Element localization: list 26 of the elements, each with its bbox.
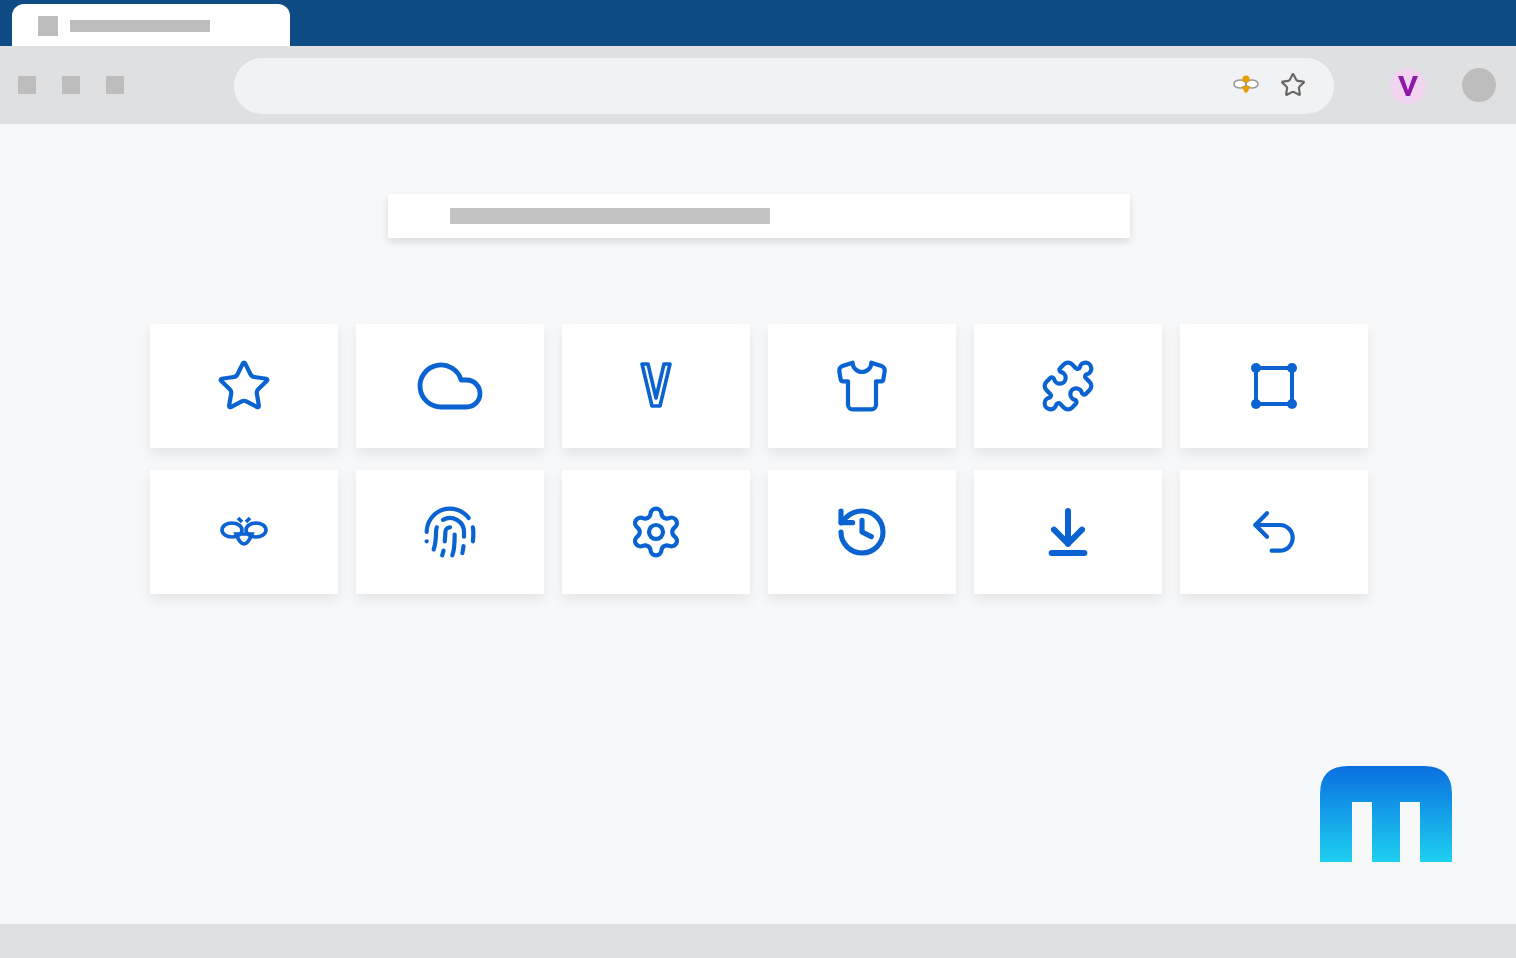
shortcut-tile[interactable]	[767, 470, 955, 594]
history-icon	[833, 504, 889, 560]
shortcut-tile[interactable]	[355, 324, 543, 448]
square-corners-icon	[1247, 360, 1299, 412]
shortcut-tile[interactable]	[973, 470, 1161, 594]
bookmark-star-icon[interactable]	[1280, 72, 1306, 98]
tab-favicon-icon	[38, 15, 58, 35]
shortcut-tile[interactable]	[1179, 324, 1367, 448]
shortcut-tile[interactable]	[561, 324, 749, 448]
shortcut-tile[interactable]	[149, 324, 337, 448]
shirt-icon	[833, 358, 889, 414]
fingerprint-icon	[421, 504, 477, 560]
shortcut-tile[interactable]	[1179, 470, 1367, 594]
shortcut-tile[interactable]	[561, 470, 749, 594]
logo-icon	[1320, 766, 1452, 862]
shortcut-tile[interactable]	[149, 470, 337, 594]
v-letter-icon[interactable]	[1390, 67, 1426, 103]
tab-title-placeholder	[70, 19, 210, 31]
puzzle-icon	[1039, 358, 1095, 414]
settings-icon	[627, 504, 683, 560]
star-icon	[215, 358, 271, 414]
shortcut-tile[interactable]	[355, 470, 543, 594]
shortcut-tile[interactable]	[767, 324, 955, 448]
search-field[interactable]	[387, 194, 1129, 238]
bee-icon[interactable]	[1232, 71, 1260, 99]
shortcut-tile[interactable]	[973, 324, 1161, 448]
